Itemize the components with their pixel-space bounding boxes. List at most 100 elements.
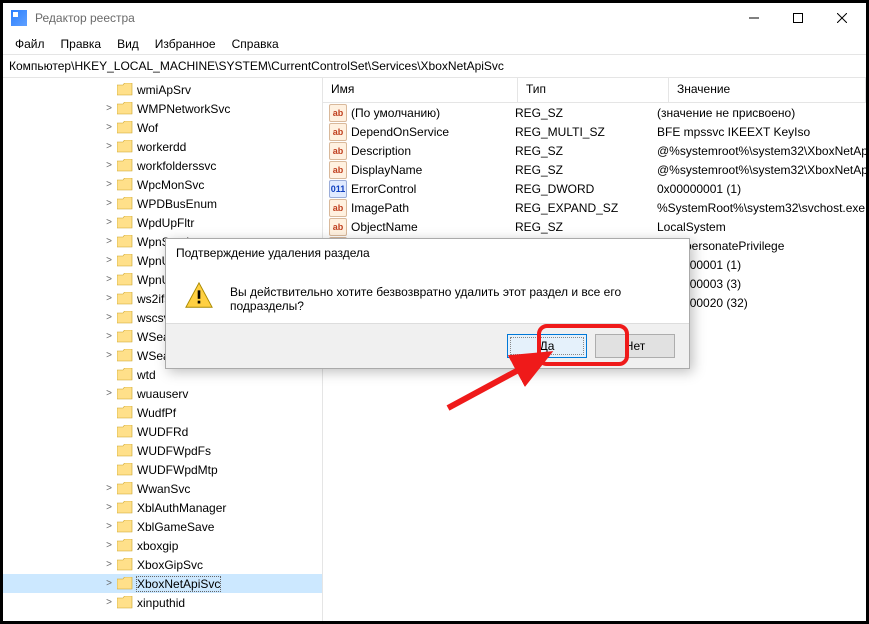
expand-icon[interactable]: > [103,179,115,190]
folder-icon [117,501,133,514]
row-type: REG_EXPAND_SZ [507,201,649,215]
expand-icon[interactable]: > [103,160,115,171]
tree-item[interactable]: > xboxgip [3,536,322,555]
folder-icon [117,444,133,457]
list-row[interactable]: abDisplayNameREG_SZ@%systemroot%\system3… [323,160,866,179]
close-button[interactable] [820,4,864,32]
row-value: %SystemRoot%\system32\svchost.exe -k [649,201,866,215]
row-value: LocalSystem [649,220,866,234]
folder-icon [117,406,133,419]
folder-icon [117,463,133,476]
folder-icon [117,520,133,533]
menu-view[interactable]: Вид [109,35,147,53]
expand-icon[interactable]: > [103,255,115,266]
folder-icon [117,102,133,115]
tree-item[interactable]: >WpdUpFltr [3,213,322,232]
expand-icon[interactable]: > [103,217,115,228]
expand-icon[interactable]: > [103,502,115,513]
tree-item[interactable]: >xinputhid [3,593,322,612]
menu-edit[interactable]: Правка [53,35,110,53]
list-row[interactable]: abImagePathREG_EXPAND_SZ%SystemRoot%\sys… [323,198,866,217]
tree-item[interactable]: WUDFWpdFs [3,441,322,460]
list-row[interactable]: ab(По умолчанию)REG_SZ(значение не присв… [323,103,866,122]
expand-icon[interactable]: > [103,388,115,399]
list-row[interactable]: abObjectNameREG_SZLocalSystem [323,217,866,236]
expand-icon[interactable]: > [103,540,115,551]
tree-item[interactable]: > workfolderssvc [3,156,322,175]
expand-icon[interactable]: > [103,274,115,285]
row-name: DisplayName [351,163,422,177]
tree-item-label: XblGameSave [137,520,214,534]
folder-icon [117,273,133,286]
tree-item[interactable]: >WwanSvc [3,479,322,498]
tree-item-label: WudfPf [137,406,176,420]
tree-item-label: XboxGipSvc [137,558,203,572]
row-value: (значение не присвоено) [649,106,866,120]
expand-icon[interactable]: > [103,103,115,114]
minimize-button[interactable] [732,4,776,32]
address-bar[interactable]: Компьютер\HKEY_LOCAL_MACHINE\SYSTEM\Curr… [3,55,866,78]
tree-item[interactable]: WUDFWpdMtp [3,460,322,479]
tree-item[interactable]: >WPDBusEnum [3,194,322,213]
value-icon: ab [329,161,347,179]
row-type: REG_SZ [507,106,649,120]
expand-icon[interactable]: > [103,559,115,570]
col-type[interactable]: Тип [518,78,669,102]
tree-item[interactable]: wmiApSrv [3,80,322,99]
folder-icon [117,216,133,229]
folder-icon [117,159,133,172]
menu-favorites[interactable]: Избранное [147,35,224,53]
menu-help[interactable]: Справка [224,35,287,53]
row-type: REG_SZ [507,144,649,158]
tree-item[interactable]: > WMPNetworkSvc [3,99,322,118]
list-row[interactable]: abDependOnServiceREG_MULTI_SZBFE mpssvc … [323,122,866,141]
list-row[interactable]: 011ErrorControlREG_DWORD0x00000001 (1) [323,179,866,198]
menu-file[interactable]: Файл [7,35,53,53]
expand-icon[interactable]: > [103,597,115,608]
row-type: REG_SZ [507,163,649,177]
tree-item[interactable]: >Wof [3,118,322,137]
expand-icon[interactable]: > [103,141,115,152]
tree-item-label: WMPNetworkSvc [137,102,230,116]
expand-icon[interactable]: > [103,521,115,532]
folder-icon [117,121,133,134]
col-name[interactable]: Имя [323,78,518,102]
tree-item[interactable]: > XboxNetApiSvc [3,574,322,593]
expand-icon[interactable]: > [103,293,115,304]
value-icon: ab [329,199,347,217]
tree-item-label: xboxgip [137,539,178,553]
no-button[interactable]: Нет [595,334,675,358]
expand-icon[interactable]: > [103,312,115,323]
expand-icon[interactable]: > [103,122,115,133]
yes-button[interactable]: Да [507,334,587,358]
tree-item[interactable]: >XblAuthManager [3,498,322,517]
row-name: Description [351,144,411,158]
tree-item[interactable]: >WpcMonSvc [3,175,322,194]
folder-icon [117,425,133,438]
row-name: DependOnService [351,125,449,139]
expand-icon[interactable]: > [103,331,115,342]
row-type: REG_SZ [507,220,649,234]
expand-icon[interactable]: > [103,483,115,494]
expand-icon[interactable]: > [103,578,115,589]
confirm-dialog: Подтверждение удаления раздела Вы действ… [165,238,690,369]
list-row[interactable]: abDescriptionREG_SZ@%systemroot%\system3… [323,141,866,160]
tree-item-label: XboxNetApiSvc [137,577,220,591]
col-value[interactable]: Значение [669,78,866,102]
maximize-button[interactable] [776,4,820,32]
expand-icon[interactable]: > [103,350,115,361]
folder-icon [117,577,133,590]
expand-icon[interactable]: > [103,236,115,247]
tree-item[interactable]: >workerdd [3,137,322,156]
tree-item[interactable]: WUDFRd [3,422,322,441]
folder-icon [117,387,133,400]
tree-item[interactable]: >wuauserv [3,384,322,403]
warning-icon [184,281,214,311]
tree-item[interactable]: > XboxGipSvc [3,555,322,574]
tree-item[interactable]: WudfPf [3,403,322,422]
tree-item[interactable]: > XblGameSave [3,517,322,536]
tree-item-label: workfolderssvc [137,159,216,173]
row-name: (По умолчанию) [351,106,440,120]
expand-icon[interactable]: > [103,198,115,209]
dialog-title: Подтверждение удаления раздела [166,239,689,267]
